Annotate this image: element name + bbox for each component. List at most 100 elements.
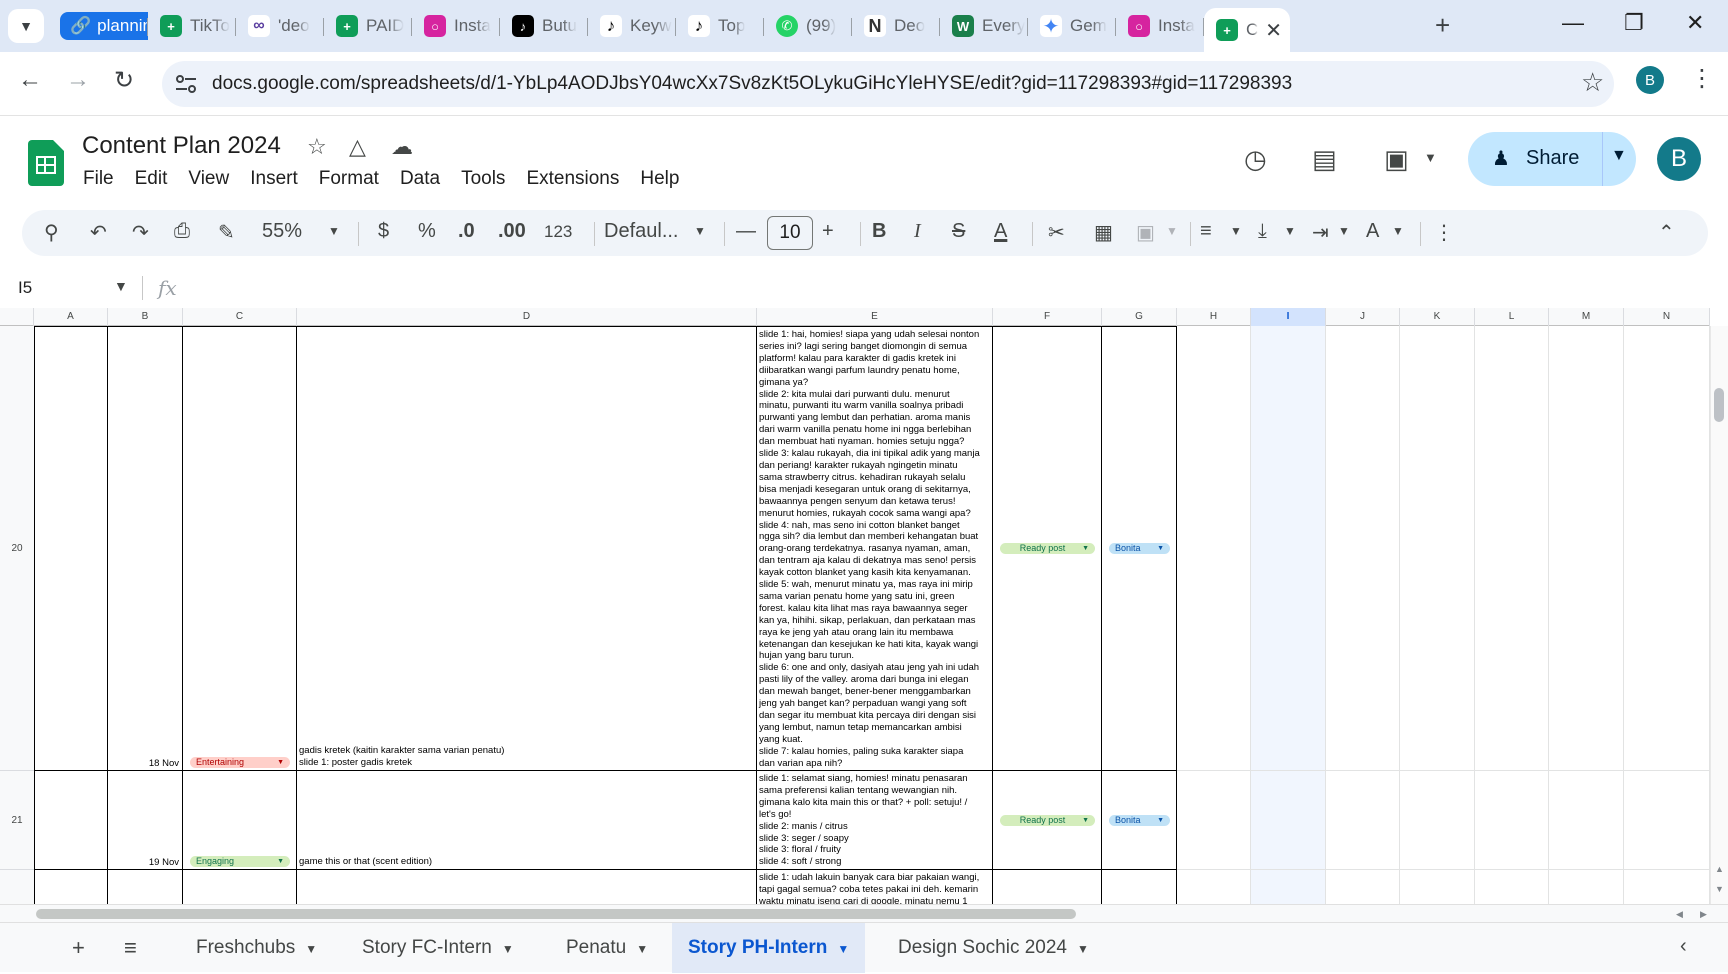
spreadsheet-grid[interactable]: A B C D E F G H I J K L M N 20 18 Nov En… xyxy=(0,308,1710,904)
cell-f22[interactable] xyxy=(993,870,1102,904)
name-box[interactable]: I5 xyxy=(18,278,32,298)
close-tab-icon[interactable]: ✕ xyxy=(1265,18,1282,43)
cell-j22[interactable] xyxy=(1326,870,1400,904)
text-wrapping-icon[interactable]: ⇥ xyxy=(1312,220,1329,245)
column-header-e[interactable]: E xyxy=(757,308,993,326)
cell-f21[interactable]: Ready post ▼ xyxy=(993,771,1102,870)
cell-n22[interactable] xyxy=(1624,870,1710,904)
cell-f20[interactable]: Ready post ▼ xyxy=(993,326,1102,771)
more-formats-button[interactable]: 123 xyxy=(544,222,572,242)
cell-j20[interactable] xyxy=(1326,326,1400,771)
increase-decimal-button[interactable]: .00 xyxy=(498,220,526,243)
column-header-c[interactable]: C xyxy=(183,308,297,326)
collapse-menus-icon[interactable]: ⌃ xyxy=(1658,220,1675,245)
cell-m21[interactable] xyxy=(1549,771,1624,870)
column-header-d[interactable]: D xyxy=(297,308,757,326)
horizontal-scrollbar-thumb[interactable] xyxy=(36,909,1076,919)
wrap-caret-icon[interactable]: ▼ xyxy=(1338,224,1350,238)
search-menus-icon[interactable]: ⚲ xyxy=(44,220,59,245)
browser-tab[interactable]: + TikTo xyxy=(148,8,236,44)
sheet-tab-design-sochic-2024[interactable]: Design Sochic 2024 ▼ xyxy=(882,923,1105,973)
format-percent-button[interactable]: % xyxy=(418,220,436,243)
cell-e21[interactable]: slide 1: selamat siang, homies! minatu p… xyxy=(757,771,993,870)
cell-n20[interactable] xyxy=(1624,326,1710,771)
sheet-nav-left-icon[interactable]: ‹ xyxy=(1680,935,1687,958)
name-box-dropdown-icon[interactable]: ▼ xyxy=(114,278,128,294)
tab-group-planning[interactable]: 🔗planning xyxy=(52,8,148,44)
browser-tab[interactable]: ♪ Top xyxy=(676,8,764,44)
column-header-a[interactable]: A xyxy=(34,308,108,326)
browser-tab[interactable]: ♪ Butu xyxy=(500,8,588,44)
comments-icon[interactable]: ▤ xyxy=(1312,144,1337,175)
cell-b20[interactable]: 18 Nov xyxy=(108,326,183,771)
cell-j21[interactable] xyxy=(1326,771,1400,870)
reload-button[interactable]: ↻ xyxy=(114,66,134,95)
column-header-g[interactable]: G xyxy=(1102,308,1177,326)
scroll-right-icon[interactable]: ▶ xyxy=(1700,909,1707,920)
cell-g20[interactable]: Bonita ▼ xyxy=(1102,326,1177,771)
menu-edit[interactable]: Edit xyxy=(135,168,168,190)
sheet-tab-freshchubs[interactable]: Freshchubs ▼ xyxy=(180,923,333,973)
format-currency-button[interactable]: $ xyxy=(378,220,389,243)
cell-g22[interactable] xyxy=(1102,870,1177,904)
status-dropdown-chip[interactable]: Ready post ▼ xyxy=(1000,815,1095,826)
profile-avatar[interactable]: B xyxy=(1636,66,1664,94)
menu-data[interactable]: Data xyxy=(400,168,440,190)
bookmark-star-icon[interactable]: ☆ xyxy=(1581,67,1604,98)
italic-icon[interactable]: I xyxy=(914,220,921,243)
vertical-scrollbar-thumb[interactable] xyxy=(1714,388,1724,422)
borders-icon[interactable]: ▦ xyxy=(1094,220,1113,245)
sheet-tab-story-fc-intern[interactable]: Story FC-Intern ▼ xyxy=(346,923,530,973)
document-title[interactable]: Content Plan 2024 xyxy=(82,132,281,160)
version-history-icon[interactable]: ◷ xyxy=(1244,144,1267,175)
menu-tools[interactable]: Tools xyxy=(461,168,505,190)
fill-color-icon[interactable]: ✂ xyxy=(1048,220,1065,245)
cell-i22[interactable] xyxy=(1251,870,1326,904)
zoom-caret-icon[interactable]: ▼ xyxy=(328,224,340,238)
column-header-h[interactable]: H xyxy=(1177,308,1251,326)
select-all-corner[interactable] xyxy=(0,308,34,326)
menu-format[interactable]: Format xyxy=(319,168,379,190)
browser-tab[interactable]: N Deo xyxy=(852,8,940,44)
cell-d20[interactable]: gadis kretek (kaitin karakter sama varia… xyxy=(297,326,757,771)
cell-h20[interactable] xyxy=(1177,326,1251,771)
cell-a22[interactable] xyxy=(34,870,108,904)
owner-dropdown-chip[interactable]: Bonita ▼ xyxy=(1109,543,1170,554)
cell-n21[interactable] xyxy=(1624,771,1710,870)
more-options-icon[interactable]: ⋮ xyxy=(1434,220,1454,245)
row-header-22[interactable] xyxy=(0,870,34,904)
cell-a20[interactable] xyxy=(34,326,108,771)
cell-m20[interactable] xyxy=(1549,326,1624,771)
url-text[interactable]: docs.google.com/spreadsheets/d/1-YbLp4AO… xyxy=(212,73,1292,95)
more-vert-icon[interactable]: ⋮ xyxy=(1690,64,1714,93)
column-header-j[interactable]: J xyxy=(1326,308,1400,326)
close-window-button[interactable]: ✕ xyxy=(1686,10,1704,36)
browser-tab[interactable]: ○ Insta xyxy=(412,8,500,44)
bold-icon[interactable]: B xyxy=(872,220,886,243)
tab-search-button[interactable]: ▼ xyxy=(8,9,44,43)
menu-view[interactable]: View xyxy=(188,168,229,190)
cloud-status-icon[interactable]: ☁ xyxy=(391,134,413,160)
account-avatar[interactable]: B xyxy=(1657,137,1701,181)
browser-tab[interactable]: ♪ Keyw xyxy=(588,8,676,44)
cell-e20[interactable]: slide 1: hai, homies! siapa yang udah se… xyxy=(757,326,993,771)
status-dropdown-chip[interactable]: Ready post ▼ xyxy=(1000,543,1095,554)
column-header-n[interactable]: N xyxy=(1624,308,1710,326)
strikethrough-icon[interactable]: S xyxy=(952,220,965,243)
cell-c21[interactable]: Engaging ▼ xyxy=(183,771,297,870)
browser-tab[interactable]: + PAID xyxy=(324,8,412,44)
share-button[interactable]: ♟ Share ▼ xyxy=(1468,132,1636,186)
cell-h21[interactable] xyxy=(1177,771,1251,870)
merge-caret-icon[interactable]: ▼ xyxy=(1166,224,1178,238)
scroll-up-icon[interactable]: ▲ xyxy=(1715,864,1724,874)
add-sheet-icon[interactable]: + xyxy=(72,935,85,961)
font-size-input[interactable]: 10 xyxy=(767,216,813,250)
decrease-decimal-button[interactable]: .0 xyxy=(458,220,475,243)
column-header-k[interactable]: K xyxy=(1400,308,1475,326)
redo-icon[interactable]: ↷ xyxy=(132,220,149,245)
merge-cells-icon[interactable]: ▣ xyxy=(1136,220,1155,245)
vertical-align-icon[interactable]: ⤓ xyxy=(1258,220,1267,243)
move-to-drive-icon[interactable]: △ xyxy=(349,134,366,160)
category-dropdown-chip[interactable]: Engaging ▼ xyxy=(190,856,290,867)
cell-h22[interactable] xyxy=(1177,870,1251,904)
